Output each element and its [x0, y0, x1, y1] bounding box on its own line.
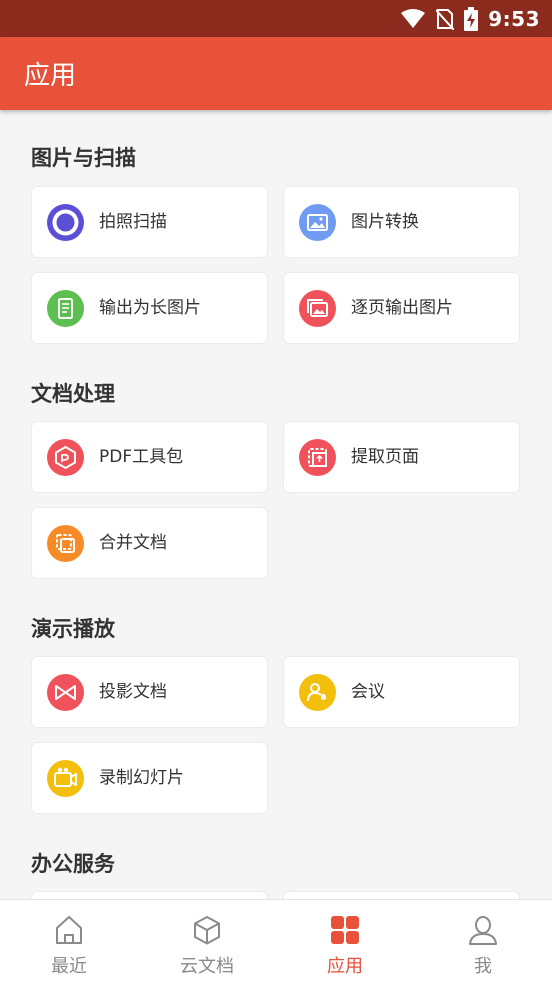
card-meeting[interactable]: 会议: [283, 656, 520, 728]
page-title: 应用: [24, 61, 77, 91]
card-project-document[interactable]: 投影文档: [31, 656, 268, 728]
card-label: 拍照扫描: [99, 212, 167, 232]
status-bar: 9:53: [0, 0, 552, 37]
card-record-slides[interactable]: 录制幻灯片: [31, 742, 268, 814]
tab-label: 最近: [51, 956, 87, 977]
card-photo-scan[interactable]: 拍照扫描: [31, 186, 268, 258]
tab-recent[interactable]: 最近: [0, 900, 138, 984]
card-label: 图片转换: [351, 212, 419, 232]
card-label: 投影文档: [99, 682, 167, 702]
extract-page-icon: [299, 439, 336, 476]
merge-document-icon: [47, 525, 84, 562]
card-extract-page[interactable]: 提取页面: [283, 421, 520, 493]
card-label: 合并文档: [99, 533, 167, 553]
projector-icon: [47, 674, 84, 711]
section-title-document: 文档处理: [31, 382, 115, 406]
home-icon: [56, 916, 82, 944]
image-convert-icon: [299, 204, 336, 241]
pdf-toolkit-icon: [47, 439, 84, 476]
page-image-icon: [299, 290, 336, 327]
card-office-service-partial[interactable]: [283, 891, 520, 899]
tab-me[interactable]: 我: [414, 900, 552, 984]
cloud-box-icon: [194, 916, 220, 945]
no-sim-icon: [436, 8, 455, 30]
long-image-icon: [47, 290, 84, 327]
meeting-icon: [299, 674, 336, 711]
section-title-office-services: 办公服务: [31, 852, 115, 876]
wifi-icon: [401, 8, 426, 28]
app-bar: 应用: [0, 37, 552, 110]
status-icons: 9:53: [400, 0, 540, 37]
card-image-convert[interactable]: 图片转换: [283, 186, 520, 258]
tab-label: 云文档: [180, 956, 234, 977]
card-pdf-toolkit[interactable]: PDF工具包: [31, 421, 268, 493]
card-long-image[interactable]: 输出为长图片: [31, 272, 268, 344]
tab-label: 我: [474, 956, 492, 977]
card-label: 会议: [351, 682, 385, 702]
card-office-service-partial[interactable]: [31, 891, 268, 899]
camera-scan-icon: [47, 204, 84, 241]
card-label: PDF工具包: [99, 447, 184, 467]
status-time: 9:53: [488, 6, 540, 31]
section-title-image-scan: 图片与扫描: [31, 146, 136, 170]
tab-label: 应用: [327, 956, 363, 977]
tab-apps[interactable]: 应用: [276, 900, 414, 984]
record-slide-icon: [47, 760, 84, 797]
bottom-tab-bar: 最近 云文档 应用 我: [0, 899, 552, 984]
card-label: 逐页输出图片: [351, 298, 453, 318]
apps-grid-icon: [331, 916, 359, 944]
tab-cloud-docs[interactable]: 云文档: [138, 900, 276, 984]
profile-icon: [469, 916, 497, 945]
card-label: 录制幻灯片: [99, 768, 184, 788]
section-title-presentation: 演示播放: [31, 617, 115, 641]
card-label: 提取页面: [351, 447, 419, 467]
card-merge-document[interactable]: 合并文档: [31, 507, 268, 579]
card-label: 输出为长图片: [99, 298, 201, 318]
battery-charging-icon: [464, 6, 479, 31]
apps-content[interactable]: 图片与扫描 拍照扫描 图片转换 输出为长图片 逐页输出图片 文档处理 PDF工具…: [0, 110, 552, 899]
card-page-image[interactable]: 逐页输出图片: [283, 272, 520, 344]
